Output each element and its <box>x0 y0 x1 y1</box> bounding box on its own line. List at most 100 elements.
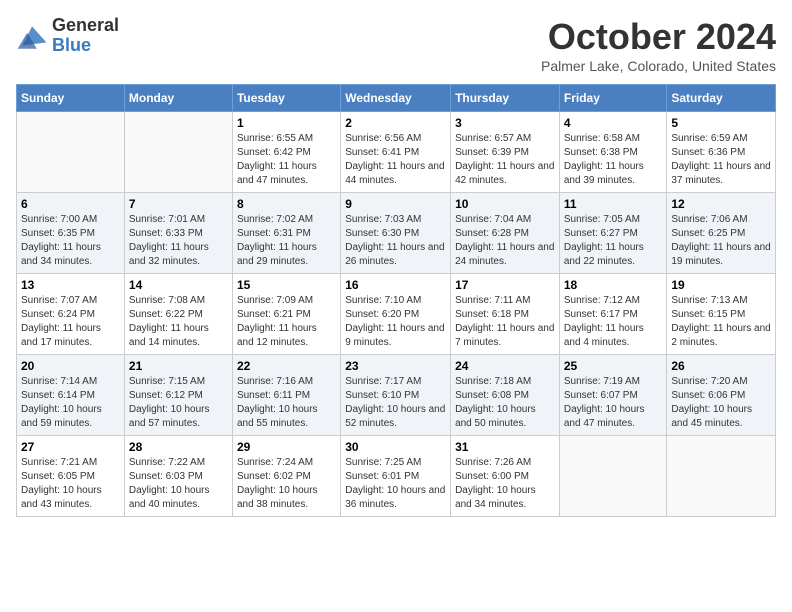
day-info: Sunrise: 7:01 AM Sunset: 6:33 PM Dayligh… <box>129 213 228 269</box>
calendar-cell <box>559 436 667 517</box>
calendar-day-header: Monday <box>124 85 232 112</box>
day-number: 31 <box>455 440 555 454</box>
calendar-day-header: Wednesday <box>341 85 451 112</box>
calendar-cell: 28Sunrise: 7:22 AM Sunset: 6:03 PM Dayli… <box>124 436 232 517</box>
day-number: 3 <box>455 116 555 130</box>
calendar-cell: 23Sunrise: 7:17 AM Sunset: 6:10 PM Dayli… <box>341 355 451 436</box>
calendar-cell <box>667 436 776 517</box>
day-number: 10 <box>455 197 555 211</box>
day-info: Sunrise: 6:56 AM Sunset: 6:41 PM Dayligh… <box>345 132 446 188</box>
calendar-week-row: 1 Sunrise: 6:55 AM Sunset: 6:42 PM Daylig… <box>17 112 776 193</box>
day-info: Sunrise: 7:19 AM Sunset: 6:07 PM Dayligh… <box>564 375 663 431</box>
day-number: 26 <box>671 359 771 373</box>
day-number: 11 <box>564 197 663 211</box>
calendar-cell <box>17 112 125 193</box>
day-number: 19 <box>671 278 771 292</box>
calendar-cell: 6Sunrise: 7:00 AM Sunset: 6:35 PM Daylig… <box>17 193 125 274</box>
day-number: 21 <box>129 359 228 373</box>
day-number: 18 <box>564 278 663 292</box>
day-number: 4 <box>564 116 663 130</box>
day-info: Sunrise: 7:04 AM Sunset: 6:28 PM Dayligh… <box>455 213 555 269</box>
calendar-header-row: SundayMondayTuesdayWednesdayThursdayFrid… <box>17 85 776 112</box>
day-info: Sunrise: 6:55 AM Sunset: 6:42 PM Dayligh… <box>237 132 336 188</box>
calendar-cell: 31 Sunrise: 7:26 AM Sunset: 6:00 PM Dayli… <box>451 436 560 517</box>
calendar-cell: 11 Sunrise: 7:05 AM Sunset: 6:27 PM Dayli… <box>559 193 667 274</box>
day-number: 25 <box>564 359 663 373</box>
calendar-day-header: Friday <box>559 85 667 112</box>
day-info: Sunrise: 7:21 AM Sunset: 6:05 PM Dayligh… <box>21 456 120 512</box>
day-number: 20 <box>21 359 120 373</box>
calendar-cell: 25 Sunrise: 7:19 AM Sunset: 6:07 PM Dayli… <box>559 355 667 436</box>
calendar-cell: 7Sunrise: 7:01 AM Sunset: 6:33 PM Daylig… <box>124 193 232 274</box>
day-info: Sunrise: 7:14 AM Sunset: 6:14 PM Dayligh… <box>21 375 120 431</box>
calendar-cell: 22Sunrise: 7:16 AM Sunset: 6:11 PM Dayli… <box>232 355 340 436</box>
calendar-cell: 14 Sunrise: 7:08 AM Sunset: 6:22 PM Dayli… <box>124 274 232 355</box>
day-info: Sunrise: 7:25 AM Sunset: 6:01 PM Dayligh… <box>345 456 446 512</box>
calendar-cell: 18 Sunrise: 7:12 AM Sunset: 6:17 PM Dayli… <box>559 274 667 355</box>
page-header: General Blue October 2024 Palmer Lake, C… <box>16 16 776 74</box>
calendar-cell: 4 Sunrise: 6:58 AM Sunset: 6:38 PM Daylig… <box>559 112 667 193</box>
calendar-cell: 15Sunrise: 7:09 AM Sunset: 6:21 PM Dayli… <box>232 274 340 355</box>
day-number: 30 <box>345 440 446 454</box>
location-text: Palmer Lake, Colorado, United States <box>541 58 776 74</box>
calendar-cell: 21 Sunrise: 7:15 AM Sunset: 6:12 PM Dayli… <box>124 355 232 436</box>
day-info: Sunrise: 7:12 AM Sunset: 6:17 PM Dayligh… <box>564 294 663 350</box>
day-number: 13 <box>21 278 120 292</box>
day-number: 8 <box>237 197 336 211</box>
day-info: Sunrise: 7:17 AM Sunset: 6:10 PM Dayligh… <box>345 375 446 431</box>
day-number: 6 <box>21 197 120 211</box>
day-info: Sunrise: 7:07 AM Sunset: 6:24 PM Dayligh… <box>21 294 120 350</box>
logo-general-text: General <box>52 16 119 36</box>
calendar-week-row: 27 Sunrise: 7:21 AM Sunset: 6:05 PM Dayli… <box>17 436 776 517</box>
calendar-cell: 1 Sunrise: 6:55 AM Sunset: 6:42 PM Daylig… <box>232 112 340 193</box>
day-info: Sunrise: 7:03 AM Sunset: 6:30 PM Dayligh… <box>345 213 446 269</box>
calendar-week-row: 13 Sunrise: 7:07 AM Sunset: 6:24 PM Dayli… <box>17 274 776 355</box>
day-number: 5 <box>671 116 771 130</box>
calendar-cell: 26 Sunrise: 7:20 AM Sunset: 6:06 PM Dayli… <box>667 355 776 436</box>
calendar-cell: 3Sunrise: 6:57 AM Sunset: 6:39 PM Daylig… <box>451 112 560 193</box>
day-number: 22 <box>237 359 336 373</box>
calendar-day-header: Tuesday <box>232 85 340 112</box>
day-info: Sunrise: 7:18 AM Sunset: 6:08 PM Dayligh… <box>455 375 555 431</box>
calendar-cell: 17Sunrise: 7:11 AM Sunset: 6:18 PM Dayli… <box>451 274 560 355</box>
calendar-day-header: Sunday <box>17 85 125 112</box>
logo: General Blue <box>16 16 119 56</box>
day-number: 2 <box>345 116 446 130</box>
calendar-cell: 5 Sunrise: 6:59 AM Sunset: 6:36 PM Daylig… <box>667 112 776 193</box>
calendar-cell: 2 Sunrise: 6:56 AM Sunset: 6:41 PM Daylig… <box>341 112 451 193</box>
day-number: 17 <box>455 278 555 292</box>
calendar-cell: 27 Sunrise: 7:21 AM Sunset: 6:05 PM Dayli… <box>17 436 125 517</box>
calendar-cell: 16 Sunrise: 7:10 AM Sunset: 6:20 PM Dayli… <box>341 274 451 355</box>
day-info: Sunrise: 7:08 AM Sunset: 6:22 PM Dayligh… <box>129 294 228 350</box>
day-info: Sunrise: 6:58 AM Sunset: 6:38 PM Dayligh… <box>564 132 663 188</box>
calendar-cell: 30 Sunrise: 7:25 AM Sunset: 6:01 PM Dayli… <box>341 436 451 517</box>
day-number: 1 <box>237 116 336 130</box>
logo-blue-text: Blue <box>52 36 119 56</box>
month-title: October 2024 <box>541 16 776 58</box>
day-number: 29 <box>237 440 336 454</box>
day-number: 15 <box>237 278 336 292</box>
day-number: 16 <box>345 278 446 292</box>
day-info: Sunrise: 7:05 AM Sunset: 6:27 PM Dayligh… <box>564 213 663 269</box>
day-number: 12 <box>671 197 771 211</box>
calendar-cell: 19 Sunrise: 7:13 AM Sunset: 6:15 PM Dayli… <box>667 274 776 355</box>
logo-icon <box>16 20 48 52</box>
day-info: Sunrise: 7:13 AM Sunset: 6:15 PM Dayligh… <box>671 294 771 350</box>
calendar-cell: 12Sunrise: 7:06 AM Sunset: 6:25 PM Dayli… <box>667 193 776 274</box>
day-number: 27 <box>21 440 120 454</box>
day-number: 24 <box>455 359 555 373</box>
day-info: Sunrise: 6:59 AM Sunset: 6:36 PM Dayligh… <box>671 132 771 188</box>
calendar-week-row: 20 Sunrise: 7:14 AM Sunset: 6:14 PM Dayli… <box>17 355 776 436</box>
calendar-cell: 13 Sunrise: 7:07 AM Sunset: 6:24 PM Dayli… <box>17 274 125 355</box>
day-info: Sunrise: 7:20 AM Sunset: 6:06 PM Dayligh… <box>671 375 771 431</box>
calendar-cell: 8 Sunrise: 7:02 AM Sunset: 6:31 PM Daylig… <box>232 193 340 274</box>
day-info: Sunrise: 7:22 AM Sunset: 6:03 PM Dayligh… <box>129 456 228 512</box>
day-info: Sunrise: 7:10 AM Sunset: 6:20 PM Dayligh… <box>345 294 446 350</box>
calendar-table: SundayMondayTuesdayWednesdayThursdayFrid… <box>16 84 776 517</box>
day-info: Sunrise: 7:02 AM Sunset: 6:31 PM Dayligh… <box>237 213 336 269</box>
day-number: 14 <box>129 278 228 292</box>
day-info: Sunrise: 7:15 AM Sunset: 6:12 PM Dayligh… <box>129 375 228 431</box>
calendar-cell <box>124 112 232 193</box>
calendar-cell: 20 Sunrise: 7:14 AM Sunset: 6:14 PM Dayli… <box>17 355 125 436</box>
day-info: Sunrise: 7:26 AM Sunset: 6:00 PM Dayligh… <box>455 456 555 512</box>
